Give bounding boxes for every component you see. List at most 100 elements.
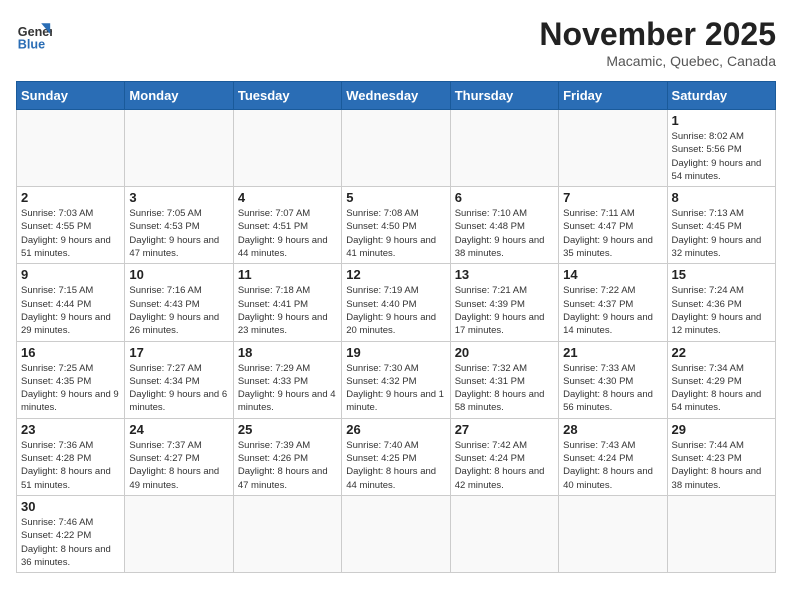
- calendar-cell: 30Sunrise: 7:46 AM Sunset: 4:22 PM Dayli…: [17, 495, 125, 572]
- calendar-week-4: 16Sunrise: 7:25 AM Sunset: 4:35 PM Dayli…: [17, 341, 776, 418]
- calendar-cell: [233, 110, 341, 187]
- header-thursday: Thursday: [450, 82, 558, 110]
- day-number: 27: [455, 422, 554, 437]
- day-number: 22: [672, 345, 771, 360]
- day-number: 20: [455, 345, 554, 360]
- calendar-week-5: 23 Sunrise: 7:36 AM Sunset: 4:28 PM Dayli…: [17, 418, 776, 495]
- calendar-week-1: 1 Sunrise: 8:02 AM Sunset: 5:56 PM Daylig…: [17, 110, 776, 187]
- calendar-cell: [125, 495, 233, 572]
- calendar-cell: 21 Sunrise: 7:33 AM Sunset: 4:30 PM Dayli…: [559, 341, 667, 418]
- calendar-cell: 25 Sunrise: 7:39 AM Sunset: 4:26 PM Dayli…: [233, 418, 341, 495]
- day-info: Sunrise: 7:24 AM Sunset: 4:36 PM Dayligh…: [672, 284, 771, 337]
- calendar-cell: 7 Sunrise: 7:11 AM Sunset: 4:47 PM Daylig…: [559, 187, 667, 264]
- day-number: 29: [672, 422, 771, 437]
- calendar-cell: [559, 110, 667, 187]
- calendar-cell: 8 Sunrise: 7:13 AM Sunset: 4:45 PM Daylig…: [667, 187, 775, 264]
- calendar-header-row: SundayMondayTuesdayWednesdayThursdayFrid…: [17, 82, 776, 110]
- day-info: Sunrise: 7:08 AM Sunset: 4:50 PM Dayligh…: [346, 207, 445, 260]
- day-info: Sunrise: 7:36 AM Sunset: 4:28 PM Dayligh…: [21, 439, 120, 492]
- day-number: 2: [21, 190, 120, 205]
- calendar-cell: 15 Sunrise: 7:24 AM Sunset: 4:36 PM Dayli…: [667, 264, 775, 341]
- calendar-table: SundayMondayTuesdayWednesdayThursdayFrid…: [16, 81, 776, 573]
- calendar-cell: [342, 495, 450, 572]
- day-number: 28: [563, 422, 662, 437]
- day-info: Sunrise: 7:25 AM Sunset: 4:35 PM Dayligh…: [21, 362, 120, 415]
- calendar-cell: 22 Sunrise: 7:34 AM Sunset: 4:29 PM Dayli…: [667, 341, 775, 418]
- calendar-cell: 3 Sunrise: 7:05 AM Sunset: 4:53 PM Daylig…: [125, 187, 233, 264]
- calendar-cell: 27 Sunrise: 7:42 AM Sunset: 4:24 PM Dayli…: [450, 418, 558, 495]
- day-number: 19: [346, 345, 445, 360]
- calendar-cell: 13Sunrise: 7:21 AM Sunset: 4:39 PM Dayli…: [450, 264, 558, 341]
- day-info: Sunrise: 7:40 AM Sunset: 4:25 PM Dayligh…: [346, 439, 445, 492]
- day-info: Sunrise: 8:02 AM Sunset: 5:56 PM Dayligh…: [672, 130, 771, 183]
- day-info: Sunrise: 7:22 AM Sunset: 4:37 PM Dayligh…: [563, 284, 662, 337]
- day-number: 12: [346, 267, 445, 282]
- day-number: 9: [21, 267, 120, 282]
- calendar-cell: 11Sunrise: 7:18 AM Sunset: 4:41 PM Dayli…: [233, 264, 341, 341]
- calendar-cell: 20 Sunrise: 7:32 AM Sunset: 4:31 PM Dayli…: [450, 341, 558, 418]
- calendar-week-2: 2 Sunrise: 7:03 AM Sunset: 4:55 PM Daylig…: [17, 187, 776, 264]
- day-number: 11: [238, 267, 337, 282]
- day-number: 8: [672, 190, 771, 205]
- day-number: 3: [129, 190, 228, 205]
- day-number: 14: [563, 267, 662, 282]
- day-number: 24: [129, 422, 228, 437]
- header-sunday: Sunday: [17, 82, 125, 110]
- location-title: Macamic, Quebec, Canada: [539, 53, 776, 69]
- calendar-cell: 5Sunrise: 7:08 AM Sunset: 4:50 PM Daylig…: [342, 187, 450, 264]
- day-info: Sunrise: 7:43 AM Sunset: 4:24 PM Dayligh…: [563, 439, 662, 492]
- header-tuesday: Tuesday: [233, 82, 341, 110]
- calendar-cell: 26Sunrise: 7:40 AM Sunset: 4:25 PM Dayli…: [342, 418, 450, 495]
- day-info: Sunrise: 7:33 AM Sunset: 4:30 PM Dayligh…: [563, 362, 662, 415]
- svg-text:Blue: Blue: [18, 37, 45, 51]
- calendar-cell: 17Sunrise: 7:27 AM Sunset: 4:34 PM Dayli…: [125, 341, 233, 418]
- day-info: Sunrise: 7:32 AM Sunset: 4:31 PM Dayligh…: [455, 362, 554, 415]
- day-info: Sunrise: 7:05 AM Sunset: 4:53 PM Dayligh…: [129, 207, 228, 260]
- day-info: Sunrise: 7:30 AM Sunset: 4:32 PM Dayligh…: [346, 362, 445, 415]
- day-number: 7: [563, 190, 662, 205]
- day-number: 6: [455, 190, 554, 205]
- calendar-cell: 4Sunrise: 7:07 AM Sunset: 4:51 PM Daylig…: [233, 187, 341, 264]
- logo: General Blue: [16, 16, 52, 52]
- logo-icon: General Blue: [16, 16, 52, 52]
- day-number: 25: [238, 422, 337, 437]
- day-info: Sunrise: 7:19 AM Sunset: 4:40 PM Dayligh…: [346, 284, 445, 337]
- day-info: Sunrise: 7:11 AM Sunset: 4:47 PM Dayligh…: [563, 207, 662, 260]
- title-area: November 2025 Macamic, Quebec, Canada: [539, 16, 776, 69]
- day-number: 1: [672, 113, 771, 128]
- day-info: Sunrise: 7:03 AM Sunset: 4:55 PM Dayligh…: [21, 207, 120, 260]
- calendar-cell: 2 Sunrise: 7:03 AM Sunset: 4:55 PM Daylig…: [17, 187, 125, 264]
- calendar-cell: 1 Sunrise: 8:02 AM Sunset: 5:56 PM Daylig…: [667, 110, 775, 187]
- calendar-cell: [233, 495, 341, 572]
- day-info: Sunrise: 7:13 AM Sunset: 4:45 PM Dayligh…: [672, 207, 771, 260]
- day-info: Sunrise: 7:44 AM Sunset: 4:23 PM Dayligh…: [672, 439, 771, 492]
- day-info: Sunrise: 7:29 AM Sunset: 4:33 PM Dayligh…: [238, 362, 337, 415]
- calendar-cell: [17, 110, 125, 187]
- day-number: 18: [238, 345, 337, 360]
- day-info: Sunrise: 7:34 AM Sunset: 4:29 PM Dayligh…: [672, 362, 771, 415]
- day-info: Sunrise: 7:21 AM Sunset: 4:39 PM Dayligh…: [455, 284, 554, 337]
- day-number: 17: [129, 345, 228, 360]
- day-info: Sunrise: 7:39 AM Sunset: 4:26 PM Dayligh…: [238, 439, 337, 492]
- calendar-cell: 14 Sunrise: 7:22 AM Sunset: 4:37 PM Dayli…: [559, 264, 667, 341]
- day-info: Sunrise: 7:16 AM Sunset: 4:43 PM Dayligh…: [129, 284, 228, 337]
- calendar-cell: 10 Sunrise: 7:16 AM Sunset: 4:43 PM Dayli…: [125, 264, 233, 341]
- calendar-cell: 29 Sunrise: 7:44 AM Sunset: 4:23 PM Dayli…: [667, 418, 775, 495]
- day-number: 10: [129, 267, 228, 282]
- page-header: General Blue November 2025 Macamic, Queb…: [16, 16, 776, 69]
- calendar-cell: 9Sunrise: 7:15 AM Sunset: 4:44 PM Daylig…: [17, 264, 125, 341]
- calendar-cell: 12 Sunrise: 7:19 AM Sunset: 4:40 PM Dayli…: [342, 264, 450, 341]
- calendar-cell: 16Sunrise: 7:25 AM Sunset: 4:35 PM Dayli…: [17, 341, 125, 418]
- day-number: 21: [563, 345, 662, 360]
- day-info: Sunrise: 7:37 AM Sunset: 4:27 PM Dayligh…: [129, 439, 228, 492]
- header-saturday: Saturday: [667, 82, 775, 110]
- day-number: 23: [21, 422, 120, 437]
- day-number: 15: [672, 267, 771, 282]
- day-number: 4: [238, 190, 337, 205]
- header-monday: Monday: [125, 82, 233, 110]
- calendar-cell: [667, 495, 775, 572]
- month-title: November 2025: [539, 16, 776, 53]
- day-info: Sunrise: 7:42 AM Sunset: 4:24 PM Dayligh…: [455, 439, 554, 492]
- day-number: 30: [21, 499, 120, 514]
- calendar-cell: 6Sunrise: 7:10 AM Sunset: 4:48 PM Daylig…: [450, 187, 558, 264]
